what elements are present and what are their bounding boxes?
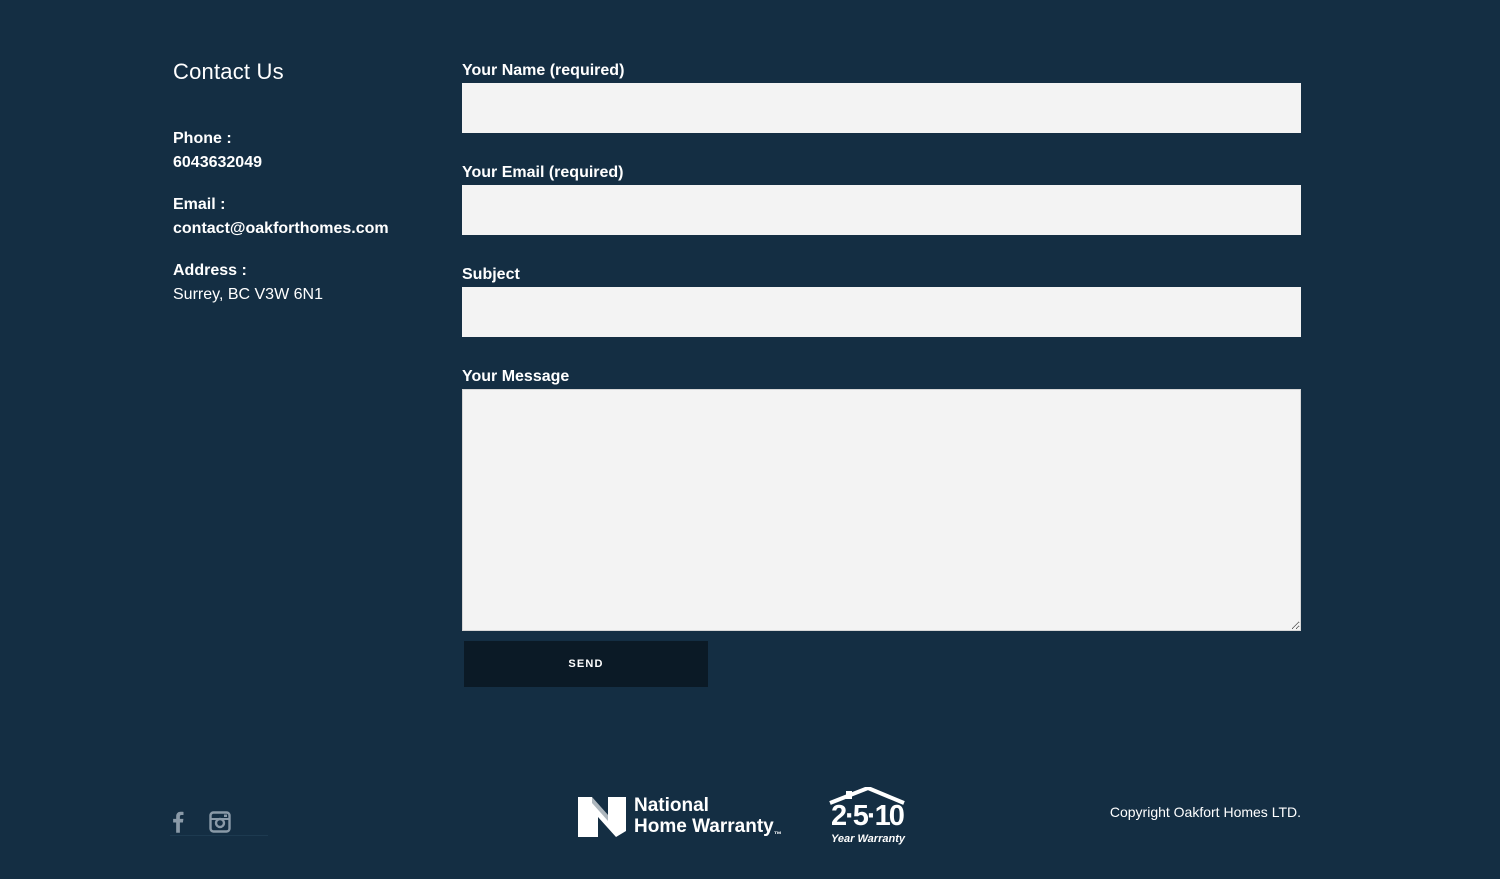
contact-title: Contact Us (173, 59, 284, 84)
subject-field-label: Subject (462, 266, 520, 283)
send-button[interactable]: SEND (464, 641, 708, 687)
contact-page: Contact Us Phone : 6043632049 Email : co… (0, 0, 1500, 879)
contact-form: Your Name (required) Your Email (require… (462, 61, 1301, 687)
email-field-group: Your Email (required) (462, 163, 1301, 235)
address-value: Surrey, BC V3W 6N1 (173, 286, 323, 303)
name-field-group: Your Name (required) (462, 61, 1301, 133)
message-textarea[interactable] (462, 389, 1301, 631)
year-warranty-logo: 2·5·10 Year Warranty (828, 787, 906, 849)
phone-value[interactable]: 6043632049 (173, 151, 433, 175)
nhw-mark-icon (578, 797, 626, 837)
nhw-trademark: ™ (773, 830, 782, 839)
national-home-warranty-logo: National Home Warranty™ (578, 795, 794, 839)
nhw-line1: National (634, 795, 709, 816)
contact-info-panel: Contact Us Phone : 6043632049 Email : co… (173, 58, 433, 307)
instagram-icon[interactable] (209, 810, 231, 834)
message-field-label: Your Message (462, 368, 570, 385)
email-link[interactable]: contact@oakforthomes.com (173, 217, 433, 241)
facebook-icon[interactable] (170, 810, 192, 834)
email-field-label: Your Email (required) (462, 164, 624, 181)
subject-field-group: Subject (462, 265, 1301, 337)
email-label: Email : (173, 196, 226, 213)
message-field-group: Your Message (462, 367, 1301, 631)
email-input[interactable] (462, 185, 1301, 235)
phone-label: Phone : (173, 130, 232, 147)
social-links (170, 808, 268, 836)
subject-input[interactable] (462, 287, 1301, 337)
address-block: Address : Surrey, BC V3W 6N1 (173, 259, 433, 307)
email-block: Email : contact@oakforthomes.com (173, 193, 433, 241)
nhw-line2-wrap: Home Warranty™ (634, 816, 782, 839)
name-field-label: Your Name (required) (462, 62, 625, 79)
address-label: Address : (173, 262, 247, 279)
phone-block: Phone : 6043632049 (173, 127, 433, 175)
warranty-numbers: 2·5·10 (831, 800, 905, 832)
copyright-text: Copyright Oakfort Homes LTD. (1109, 804, 1301, 820)
name-input[interactable] (462, 83, 1301, 133)
warranty-subtitle: Year Warranty (831, 833, 905, 845)
nhw-line2: Home Warranty (634, 816, 774, 837)
nhw-wordmark: National Home Warranty™ (634, 795, 782, 839)
